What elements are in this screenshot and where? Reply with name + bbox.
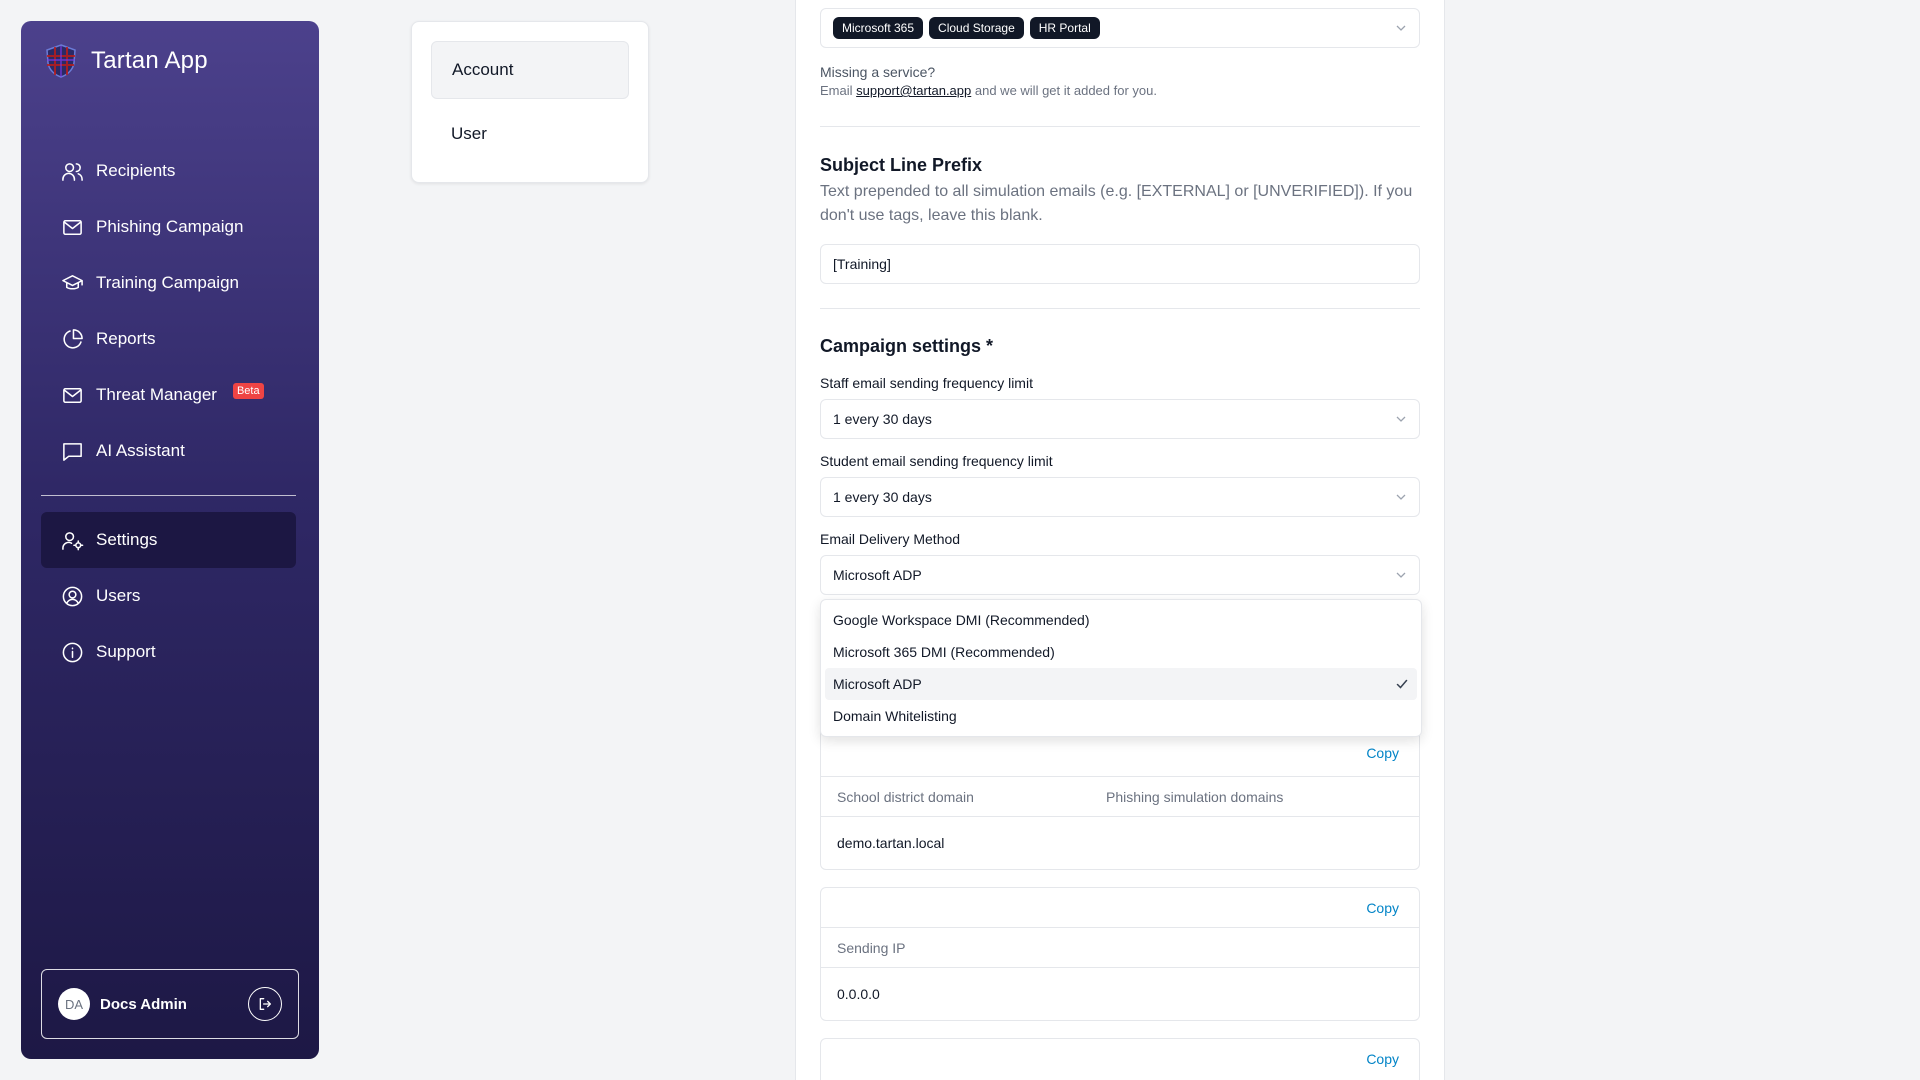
beta-badge: Beta [232, 383, 264, 399]
service-tag: Cloud Storage [929, 17, 1024, 39]
sidebar-item-users[interactable]: Users [41, 568, 296, 624]
pie-chart-icon [63, 328, 83, 349]
delivery-method-dropdown: Google Workspace DMI (Recommended) Micro… [820, 599, 1422, 737]
sidebar-item-label: Reports [96, 329, 156, 348]
support-email-link[interactable]: support@tartan.app [856, 83, 971, 98]
chevron-down-icon [1396, 25, 1406, 31]
divider [820, 308, 1420, 309]
copy-button[interactable]: Copy [1366, 745, 1399, 761]
student-frequency-select[interactable]: 1 every 30 days [820, 477, 1420, 517]
graduation-cap-icon [62, 274, 83, 290]
sidebar-item-label: Recipients [96, 161, 176, 180]
settings-menu-user[interactable]: User [431, 105, 629, 163]
missing-service-title: Missing a service? [820, 64, 936, 80]
delivery-option[interactable]: Domain Whitelisting [825, 700, 1417, 732]
school-domain-value: demo.tartan.local [837, 835, 945, 851]
sidebar-item-label: Phishing Campaign [96, 217, 244, 236]
brand[interactable]: Tartan App [43, 43, 208, 79]
settings-menu-account[interactable]: Account [431, 41, 629, 99]
service-tag: Microsoft 365 [833, 17, 924, 39]
subject-prefix-value: [Training] [833, 256, 891, 272]
sidebar: Tartan App Recipients Phishing Campaign … [21, 21, 319, 1059]
column-header-simulation-domains: Phishing simulation domains [1106, 788, 1284, 805]
sidebar-item-label: Users [96, 586, 141, 605]
logout-icon [259, 998, 271, 1010]
sidebar-item-label: AI Assistant [96, 441, 185, 460]
missing-service-suffix: and we will get it added for you. [974, 83, 1157, 98]
subject-prefix-description: Text prepended to all simulation emails … [820, 183, 1413, 224]
sidebar-item-reports[interactable]: Reports [41, 311, 296, 367]
sidebar-item-ai-assistant[interactable]: AI Assistant [41, 423, 296, 479]
student-frequency-value: 1 every 30 days [833, 489, 932, 505]
staff-frequency-select[interactable]: 1 every 30 days [820, 399, 1420, 439]
sidebar-item-phishing-campaign[interactable]: Phishing Campaign [41, 199, 296, 255]
subject-prefix-title: Subject Line Prefix [820, 155, 983, 175]
delivery-option-selected[interactable]: Microsoft ADP [825, 668, 1417, 700]
delivery-method-value: Microsoft ADP [833, 567, 922, 583]
domains-table-header: School district domain Phishing simulati… [821, 777, 1419, 817]
column-header-school-domain: School district domain [837, 788, 974, 805]
sending-ip-value: 0.0.0.0 [837, 986, 880, 1002]
missing-service-prefix: Email [820, 83, 853, 98]
chevron-down-icon [1396, 494, 1406, 500]
sending-ip-card: Copy Sending IP 0.0.0.0 [820, 887, 1420, 1021]
sidebar-item-settings[interactable]: Settings [41, 512, 296, 568]
sidebar-item-recipients[interactable]: Recipients [41, 143, 296, 199]
delivery-option[interactable]: Google Workspace DMI (Recommended) [825, 604, 1417, 636]
subject-prefix-input[interactable]: [Training] [820, 244, 1420, 284]
sending-ip-header: Sending IP [821, 928, 1419, 968]
chevron-down-icon [1396, 416, 1406, 422]
mail-icon [63, 219, 82, 235]
chevron-down-icon [1396, 572, 1406, 578]
staff-frequency-label: Staff email sending frequency limit [820, 375, 1033, 391]
student-frequency-label: Student email sending frequency limit [820, 453, 1053, 469]
sidebar-item-label: Training Campaign [96, 273, 239, 292]
sidebar-item-label: Settings [96, 530, 158, 549]
tartan-shield-logo [46, 44, 76, 78]
mail-icon [63, 387, 82, 403]
card-header: Copy [821, 888, 1419, 928]
missing-service-note: Missing a service? Email support@tartan.… [820, 64, 1420, 98]
sidebar-item-training-campaign[interactable]: Training Campaign [41, 255, 296, 311]
sidebar-item-label: Threat Manager [96, 385, 217, 404]
sidebar-nav: Recipients Phishing Campaign Training Ca… [41, 143, 296, 680]
logout-button[interactable] [248, 987, 282, 1021]
user-circle-icon [62, 586, 83, 606]
sidebar-item-support[interactable]: Support [41, 624, 296, 680]
delivery-method-select[interactable]: Microsoft ADP [820, 555, 1420, 595]
delivery-option-label: Microsoft ADP [833, 676, 922, 692]
sidebar-divider [41, 495, 296, 496]
message-square-icon [63, 442, 82, 461]
campaign-settings-title: Campaign settings * [820, 336, 994, 356]
check-icon [1396, 679, 1408, 689]
divider [820, 126, 1420, 127]
avatar: DA [58, 988, 90, 1020]
delivery-option[interactable]: Microsoft 365 DMI (Recommended) [825, 636, 1417, 668]
service-tag: HR Portal [1029, 17, 1100, 39]
users-icon [62, 162, 83, 181]
staff-frequency-value: 1 every 30 days [833, 411, 932, 427]
additional-card: Copy [820, 1038, 1420, 1080]
sidebar-item-threat-manager[interactable]: Threat Manager Beta [41, 367, 296, 423]
domains-table-row: demo.tartan.local [821, 817, 1419, 869]
user-profile: DA Docs Admin [41, 969, 299, 1039]
card-header: Copy [821, 1039, 1419, 1079]
info-icon [62, 642, 83, 662]
copy-button[interactable]: Copy [1366, 900, 1399, 916]
user-name: Docs Admin [100, 995, 187, 1013]
settings-menu: Account User [411, 21, 649, 183]
domains-card: Copy School district domain Phishing sim… [820, 715, 1420, 870]
app-name: Tartan App [91, 47, 208, 74]
services-multiselect[interactable]: Microsoft 365 Cloud Storage HR Portal [820, 8, 1420, 48]
sidebar-item-label: Support [96, 642, 156, 661]
delivery-method-label: Email Delivery Method [820, 531, 961, 547]
copy-button[interactable]: Copy [1366, 1051, 1399, 1067]
user-cog-icon [62, 531, 84, 550]
